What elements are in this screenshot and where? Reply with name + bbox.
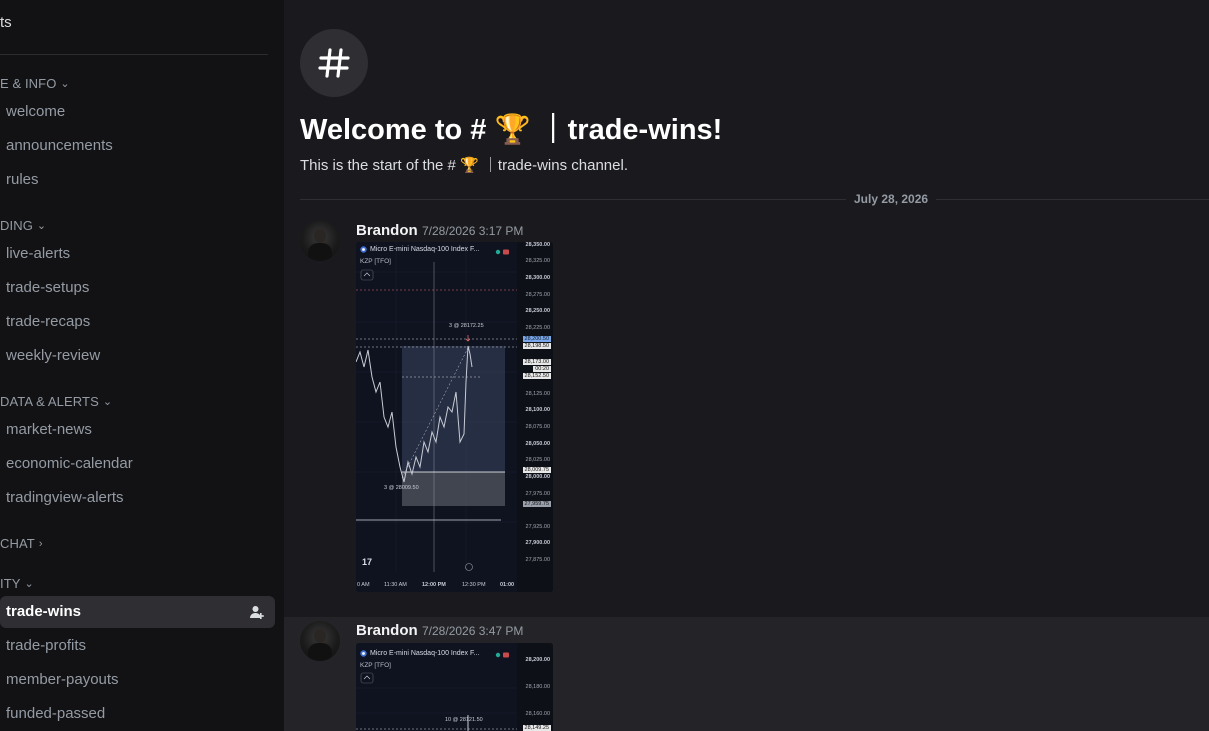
date-divider-label: July 28, 2026 bbox=[846, 192, 937, 206]
channel-trade-wins[interactable]: trade-wins bbox=[0, 596, 275, 628]
time-tick: 0 AM bbox=[357, 582, 370, 588]
chevron-down-icon: ⌄ bbox=[102, 396, 113, 408]
channel-trade-profits[interactable]: trade-profits bbox=[6, 630, 86, 662]
category-label: E & INFO bbox=[0, 76, 57, 91]
date-divider bbox=[300, 199, 1209, 200]
category-data-alerts[interactable]: DATA & ALERTS ⌄ bbox=[0, 394, 112, 409]
channel-welcome[interactable]: welcome bbox=[6, 96, 65, 128]
time-tick: 11:30 AM bbox=[384, 582, 407, 588]
price-tick: 28,200.00 bbox=[525, 657, 550, 663]
price-tick: 27,875.00 bbox=[525, 557, 550, 563]
price-tick: 27,975.00 bbox=[525, 491, 550, 497]
chevron-down-icon: ⌄ bbox=[36, 220, 47, 232]
sidebar-top-item[interactable]: ts bbox=[0, 14, 12, 31]
welcome-title: Welcome to # 🏆 ｜trade-wins! bbox=[300, 114, 723, 146]
price-tick: 28,300.00 bbox=[525, 275, 550, 281]
category-label: ITY bbox=[0, 576, 21, 591]
price-tick: 27,900.00 bbox=[525, 540, 550, 546]
price-tick: 28,025.00 bbox=[525, 457, 550, 463]
category-trading[interactable]: DING ⌄ bbox=[0, 218, 46, 233]
fill-annotation: 3 @ 28009.50 bbox=[384, 485, 419, 491]
price-tag: 28,149.25 bbox=[522, 725, 551, 731]
channel-weekly-review[interactable]: weekly-review bbox=[6, 340, 100, 372]
channel-tradingview-alerts[interactable]: tradingview-alerts bbox=[6, 482, 124, 514]
avatar[interactable] bbox=[300, 621, 340, 661]
price-tick: 28,275.00 bbox=[525, 292, 550, 298]
message-author[interactable]: Brandon bbox=[356, 622, 418, 639]
chart-subtitle: KZP [TFO] bbox=[360, 258, 391, 265]
price-tick: 28,180.00 bbox=[525, 684, 550, 690]
symbol-icon bbox=[360, 246, 367, 253]
chart-image[interactable]: 17 Micro E-mini Nasdaq-100 Index F... KZ… bbox=[356, 242, 553, 592]
price-tick: 28,160.00 bbox=[525, 711, 550, 717]
time-tick: 12:00 PM bbox=[422, 582, 446, 588]
add-member-icon[interactable] bbox=[249, 604, 265, 620]
avatar[interactable] bbox=[300, 221, 340, 261]
price-tag: 28,152.50 bbox=[522, 373, 551, 379]
category-info[interactable]: E & INFO ⌄ bbox=[0, 76, 70, 91]
chat-area: Welcome to # 🏆 ｜trade-wins! This is the … bbox=[284, 0, 1209, 731]
price-tag: 28,200.50 bbox=[522, 336, 551, 342]
symbol-icon bbox=[360, 650, 367, 657]
price-axis: 28,350.00 28,325.00 28,300.00 28,275.00 … bbox=[517, 242, 553, 592]
category-chat[interactable]: CHAT › bbox=[0, 536, 43, 551]
channel-funded-passed[interactable]: funded-passed bbox=[6, 698, 105, 730]
price-tag: 28,173.00 bbox=[522, 359, 551, 365]
chart-subtitle: KZP [TFO] bbox=[360, 662, 391, 669]
price-tick: 28,125.00 bbox=[525, 391, 550, 397]
price-tick: 27,925.00 bbox=[525, 524, 550, 530]
chevron-down-icon: ⌄ bbox=[24, 578, 34, 590]
price-tag: 27,959.75 bbox=[522, 501, 551, 507]
price-tick: 28,250.00 bbox=[525, 308, 550, 314]
message-timestamp: 7/28/2026 3:17 PM bbox=[422, 224, 524, 238]
price-tag: 28,198.50 bbox=[522, 343, 551, 349]
channel-sidebar: ts E & INFO ⌄ welcome announcements rule… bbox=[0, 0, 284, 731]
channel-trade-recaps[interactable]: trade-recaps bbox=[6, 306, 90, 338]
price-tick: 28,350.00 bbox=[525, 242, 550, 248]
price-tag: 00:20 bbox=[533, 366, 551, 372]
channel-label: trade-wins bbox=[6, 603, 82, 620]
channel-announcements[interactable]: announcements bbox=[6, 130, 113, 162]
message-timestamp: 7/28/2026 3:47 PM bbox=[422, 624, 524, 638]
category-label: CHAT bbox=[0, 536, 35, 551]
category-label: DATA & ALERTS bbox=[0, 394, 99, 409]
price-tick: 28,325.00 bbox=[525, 258, 550, 264]
channel-live-alerts[interactable]: live-alerts bbox=[6, 238, 70, 270]
channel-hash-icon bbox=[300, 29, 368, 97]
fill-annotation: 10 @ 28121.50 bbox=[445, 717, 483, 723]
chart-title: Micro E-mini Nasdaq-100 Index F... bbox=[360, 246, 479, 253]
channel-start-text: This is the start of the # 🏆 ｜trade-wins… bbox=[300, 157, 628, 174]
svg-text:17: 17 bbox=[362, 557, 372, 567]
price-axis: 28,200.00 28,180.00 28,160.00 28,149.25 bbox=[517, 643, 553, 731]
channel-trade-setups[interactable]: trade-setups bbox=[6, 272, 89, 304]
price-tick: 28,100.00 bbox=[525, 407, 550, 413]
price-tag: 28,009.75 bbox=[522, 467, 551, 473]
price-tick: 28,050.00 bbox=[525, 441, 550, 447]
time-tick: 12:30 PM bbox=[462, 582, 486, 588]
chevron-down-icon: ⌄ bbox=[60, 78, 70, 90]
chevron-right-icon: › bbox=[38, 537, 43, 550]
price-tick: 28,225.00 bbox=[525, 325, 550, 331]
chart-image[interactable]: Micro E-mini Nasdaq-100 Index F... KZP [… bbox=[356, 643, 553, 731]
category-community[interactable]: ITY ⌄ bbox=[0, 576, 34, 591]
message[interactable]: Brandon 7/28/2026 3:17 PM 17 Micro E-min… bbox=[284, 212, 1209, 602]
channel-rules[interactable]: rules bbox=[6, 164, 39, 196]
channel-market-news[interactable]: market-news bbox=[6, 414, 92, 446]
category-label: DING bbox=[0, 218, 33, 233]
channel-member-payouts[interactable]: member-payouts bbox=[6, 664, 119, 696]
price-tick: 28,000.00 bbox=[525, 474, 550, 480]
time-tick: 01:00 bbox=[500, 582, 515, 588]
price-tick: 28,075.00 bbox=[525, 424, 550, 430]
channel-economic-calendar[interactable]: economic-calendar bbox=[6, 448, 133, 480]
chart-title: Micro E-mini Nasdaq-100 Index F... bbox=[360, 650, 479, 657]
sidebar-divider bbox=[0, 54, 268, 55]
message-author[interactable]: Brandon bbox=[356, 222, 418, 239]
message[interactable]: Brandon 7/28/2026 3:47 PM Micro E-mini N… bbox=[284, 617, 1209, 731]
fill-annotation: 3 @ 28172.25 bbox=[449, 323, 484, 329]
